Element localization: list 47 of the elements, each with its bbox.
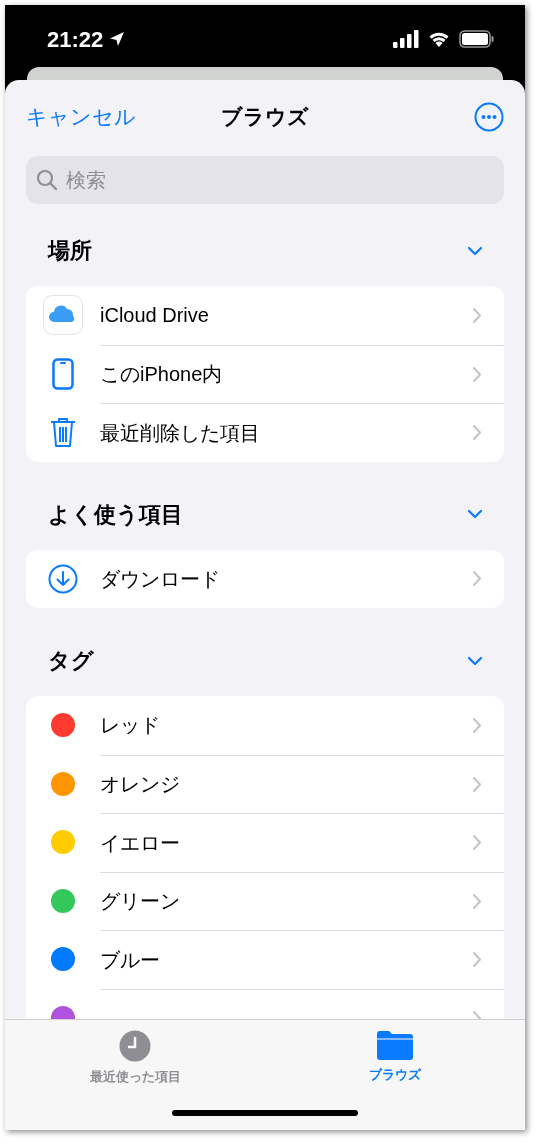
chevron-right-icon: [472, 775, 482, 793]
list-item[interactable]: レッド: [26, 696, 504, 755]
list-item[interactable]: オレンジ: [26, 754, 504, 813]
cancel-button[interactable]: キャンセル: [26, 101, 136, 133]
item-label: iCloud Drive: [100, 303, 209, 329]
location-arrow-icon: [109, 31, 126, 47]
chevron-right-icon: [472, 716, 482, 734]
item-label: レッド: [100, 713, 160, 739]
list-item[interactable]: 最近削除した項目: [26, 403, 504, 462]
item-label: 最近削除した項目: [100, 420, 260, 446]
clock-icon: [119, 1030, 151, 1062]
item-label: ダウンロード: [100, 566, 220, 592]
cloud-icon: [43, 295, 83, 336]
section-title: 場所: [48, 237, 92, 265]
list-item[interactable]: ブルー: [26, 930, 504, 989]
trash-icon: [50, 416, 76, 449]
sheet-title: ブラウズ: [221, 104, 309, 131]
chevron-right-icon: [472, 306, 482, 324]
chevron-right-icon: [472, 424, 482, 442]
chevron-right-icon: [472, 892, 482, 910]
list-item[interactable]: グリーン: [26, 871, 504, 930]
section-title: よく使う項目: [48, 500, 183, 529]
search-icon: [36, 169, 58, 191]
signal-icon: [393, 30, 419, 48]
chevron-right-icon: [472, 834, 482, 852]
item-label: このiPhone内: [100, 362, 223, 388]
list-item[interactable]: このiPhone内: [26, 344, 504, 403]
chevron-right-icon: [472, 570, 482, 588]
folder-icon: [377, 1030, 413, 1060]
download-icon: [48, 563, 78, 594]
status-time: 21:22: [47, 25, 104, 54]
list-item[interactable]: イエロー: [26, 813, 504, 872]
section-title: タグ: [48, 647, 94, 675]
item-label: オレンジ: [100, 772, 180, 798]
search-field[interactable]: 検索: [26, 156, 504, 204]
chevron-right-icon: [472, 951, 482, 969]
list-item[interactable]: ダウンロード: [26, 549, 504, 608]
item-label: グリーン: [100, 889, 180, 915]
item-label: ブルー: [100, 947, 160, 973]
more-icon[interactable]: [474, 102, 504, 132]
tab-button[interactable]: ブラウズ: [265, 1030, 525, 1087]
list-item[interactable]: iCloud Drive: [26, 286, 504, 345]
phone-icon: [52, 357, 74, 390]
wifi-icon: [427, 30, 451, 48]
battery-icon: [459, 30, 495, 48]
chevron-right-icon: [472, 365, 482, 383]
item-label: イエロー: [100, 830, 180, 856]
